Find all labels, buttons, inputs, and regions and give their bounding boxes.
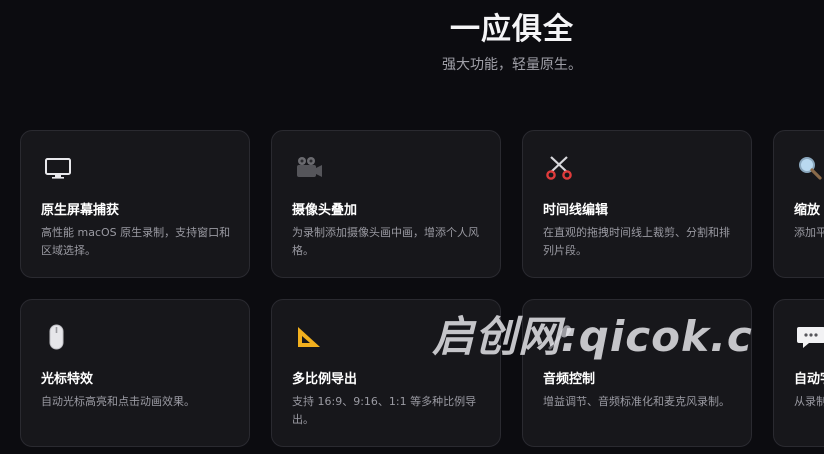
features-section: 一应俱全 强大功能，轻量原生。 原生屏幕捕获 高性能 macOS 原生录制，支持… [0,0,824,454]
feature-description: 自动光标高亮和点击动画效果。 [41,395,195,408]
feature-title: 多比例导出 [292,372,358,387]
monitor-icon [43,155,73,181]
feature-title: 摄像头叠加 [292,203,358,218]
section-subtitle: 强大功能，轻量原生。 [442,57,582,73]
feature-description: 高性能 macOS 原生录制，支持窗口和区域选择。 [41,226,231,257]
feature-card-cursor-effects: 光标特效 自动光标高亮和点击动画效果。 [20,299,250,447]
feature-title: 缩放 [794,203,821,218]
feature-card-auto-subtitles: 自动字幕 从录制中自动生成字幕。 [773,299,824,447]
feature-title: 自动字幕 [794,372,824,387]
magnifier-icon [796,155,824,181]
feature-card-audio-control: 音频控制 增益调节、音频标准化和麦克风录制。 [522,299,752,447]
feature-card-screen-capture: 原生屏幕捕获 高性能 macOS 原生录制，支持窗口和区域选择。 [20,130,250,278]
feature-card-zoom: 缩放 添加平滑的缩放效果，突出关键时刻。 [773,130,824,278]
triangle-ruler-icon [294,324,324,350]
scissors-icon [545,155,575,181]
feature-card-camera-overlay: 摄像头叠加 为录制添加摄像头画中画，增添个人风格。 [271,130,501,278]
feature-description: 从录制中自动生成字幕。 [794,395,824,408]
feature-description: 支持 16:9、9:16、1:1 等多种比例导出。 [292,395,477,426]
feature-description: 增益调节、音频标准化和麦克风录制。 [543,395,730,408]
speech-bubble-icon [796,324,824,350]
section-title: 一应俱全 [450,12,574,47]
feature-title: 光标特效 [41,372,94,387]
movie-camera-icon [294,155,324,181]
feature-title: 原生屏幕捕获 [41,203,120,218]
mouse-icon [43,324,73,350]
feature-card-multi-ratio-export: 多比例导出 支持 16:9、9:16、1:1 等多种比例导出。 [271,299,501,447]
feature-title: 音频控制 [543,372,596,387]
feature-card-timeline-editing: 时间线编辑 在直观的拖拽时间线上裁剪、分割和排列片段。 [522,130,752,278]
feature-title: 时间线编辑 [543,203,609,218]
feature-description: 添加平滑的缩放效果，突出关键时刻。 [794,226,824,239]
microphone-icon [545,324,575,350]
feature-description: 为录制添加摄像头画中画，增添个人风格。 [292,226,479,257]
feature-description: 在直观的拖拽时间线上裁剪、分割和排列片段。 [543,226,730,257]
